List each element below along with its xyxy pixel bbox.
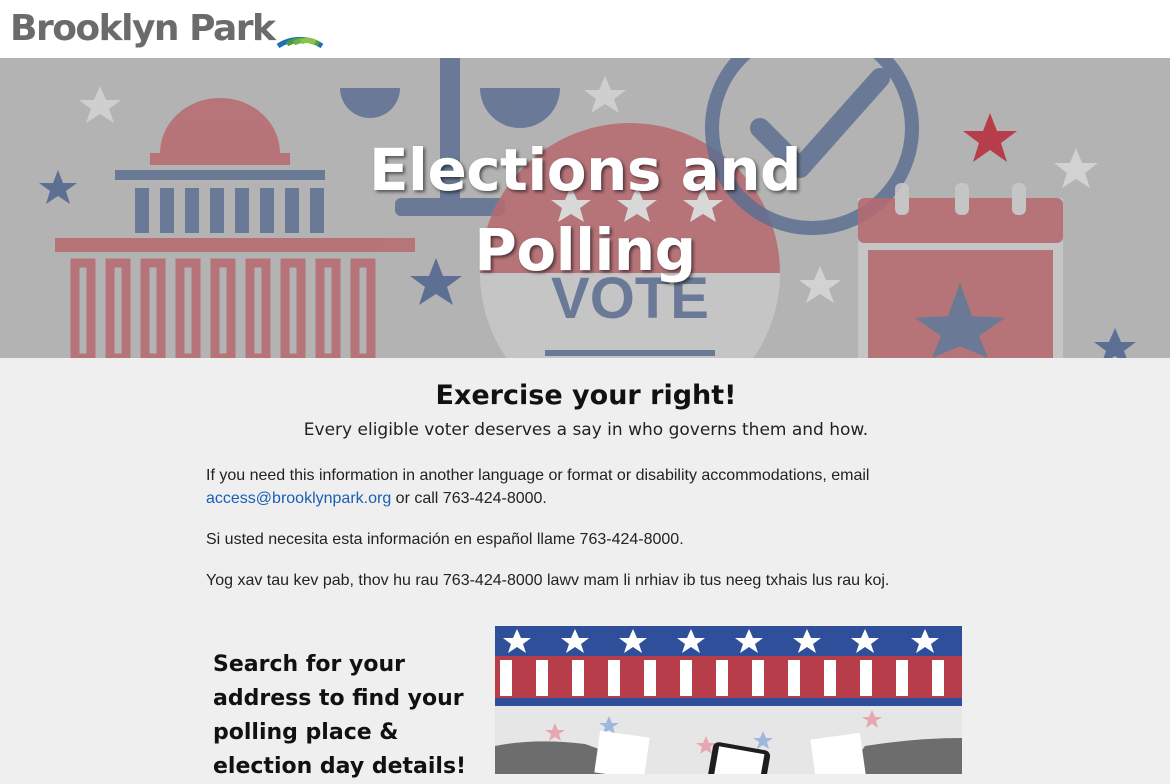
accessibility-text: If you need this information in another …: [206, 467, 870, 484]
intro-heading: Exercise your right!: [435, 380, 737, 411]
hmong-notice: Yog xav tau kev pab, thov hu rau 763-424…: [206, 572, 890, 589]
logo-arcs-icon: [277, 36, 324, 49]
intro-section: Exercise your right! Every eligible vote…: [206, 370, 966, 589]
accessibility-suffix: or call 763-424-8000.: [391, 490, 547, 507]
title-line-1: Elections and: [368, 136, 802, 204]
polling-place-banner-image[interactable]: [495, 626, 962, 774]
access-email-link[interactable]: access@brooklynpark.org: [206, 490, 391, 507]
brooklyn-park-logo[interactable]: Brooklyn Park: [10, 4, 326, 54]
calendar-icon: [858, 183, 1063, 358]
site-header: Brooklyn Park: [0, 0, 1170, 58]
logo-text: Brooklyn Park: [10, 8, 276, 49]
intro-subheading: Every eligible voter deserves a say in w…: [303, 420, 869, 440]
hero-banner: VOTE Elections and Polling: [0, 58, 1170, 358]
polling-place-search-prompt: Search for your address to find your pol…: [213, 652, 467, 779]
ballot-illustration: [495, 626, 962, 774]
accessibility-notice: If you need this information in another …: [206, 464, 906, 510]
title-line-2: Polling: [474, 216, 696, 284]
page-title: Elections and Polling: [335, 130, 835, 290]
spanish-notice: Si usted necesita esta información en es…: [206, 531, 684, 548]
